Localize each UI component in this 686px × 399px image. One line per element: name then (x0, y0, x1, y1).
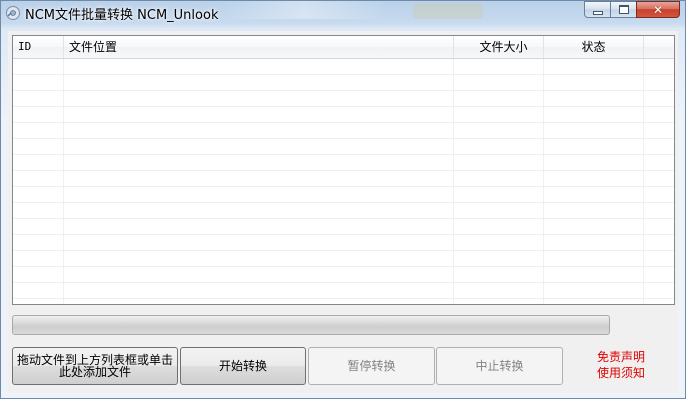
window-title: NCM文件批量转换 NCM_Unlook (25, 8, 219, 23)
column-header-path[interactable]: 文件位置 (64, 36, 454, 58)
background-blur (413, 3, 483, 19)
maximize-icon (618, 5, 629, 14)
pause-conversion-button[interactable]: 暂停转换 (308, 347, 435, 385)
caption-buttons: ✕ (584, 1, 680, 18)
close-button[interactable]: ✕ (636, 1, 680, 18)
start-conversion-button[interactable]: 开始转换 (180, 347, 306, 385)
disclaimer-link[interactable]: 免责声明 (586, 349, 656, 365)
maximize-button[interactable] (610, 1, 636, 18)
stop-conversion-button[interactable]: 中止转换 (436, 347, 563, 385)
title-bar[interactable]: NCM文件批量转换 NCM_Unlook ✕ (1, 1, 685, 25)
close-icon: ✕ (652, 2, 664, 17)
file-list-header: ID 文件位置 文件大小 状态 (13, 36, 674, 59)
app-window: NCM文件批量转换 NCM_Unlook ✕ ID 文件位置 文件大小 状态 拖… (0, 0, 686, 399)
column-header-filler (644, 36, 674, 58)
column-header-status[interactable]: 状态 (544, 36, 644, 58)
file-list-body[interactable] (13, 59, 674, 304)
file-list[interactable]: ID 文件位置 文件大小 状态 (12, 35, 675, 305)
minimize-button[interactable] (584, 1, 610, 18)
client-area: ID 文件位置 文件大小 状态 拖动文件到上方列表框或单击此处添加文件 开始转换… (8, 31, 678, 393)
background-blur (219, 1, 389, 19)
add-files-button[interactable]: 拖动文件到上方列表框或单击此处添加文件 (12, 347, 178, 385)
minimize-icon (592, 10, 603, 15)
column-header-id[interactable]: ID (13, 36, 64, 58)
conversion-progress-bar (12, 315, 610, 335)
disclaimer-links: 免责声明 使用须知 (586, 349, 656, 381)
usage-notice-link[interactable]: 使用须知 (586, 365, 656, 381)
app-icon (6, 6, 20, 20)
column-header-size[interactable]: 文件大小 (454, 36, 544, 58)
